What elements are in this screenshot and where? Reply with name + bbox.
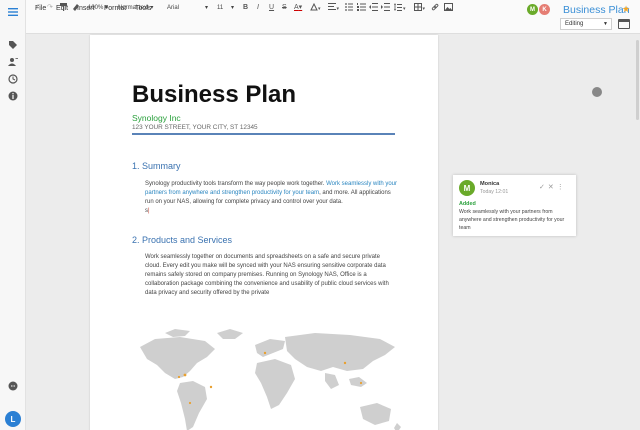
- decrease-indent-icon[interactable]: [369, 3, 378, 13]
- comment-author-avatar: M: [459, 180, 475, 196]
- section-products-text[interactable]: Work seamlessly together on documents an…: [145, 253, 397, 298]
- paint-format-icon[interactable]: [60, 3, 68, 13]
- document-title[interactable]: Business Plan: [563, 4, 630, 16]
- zoom-select[interactable]: 100% ▾: [88, 3, 108, 13]
- font-size-select[interactable]: 11: [217, 3, 223, 13]
- text-cursor: |: [148, 208, 150, 214]
- bold-button[interactable]: B: [243, 3, 248, 13]
- comment-card[interactable]: M Monica Today 12:01 ✓✕⋮ Added Work seam…: [453, 175, 576, 236]
- accept-icon[interactable]: ✓: [539, 184, 548, 191]
- svg-text:▾: ▾: [337, 6, 340, 11]
- toolbar: [26, 18, 640, 34]
- reject-icon[interactable]: ✕: [548, 184, 557, 191]
- text-color-button[interactable]: A▾: [294, 3, 302, 13]
- paragraph-style-select[interactable]: Normal text ▾: [118, 3, 153, 13]
- highlight-color-button[interactable]: ▾: [310, 2, 322, 13]
- comment-actions: ✓✕⋮: [539, 183, 567, 191]
- link-icon[interactable]: [431, 3, 439, 13]
- company-name[interactable]: Synology Inc: [132, 113, 181, 123]
- svg-text:▾: ▾: [403, 6, 406, 11]
- align-icon[interactable]: ▾: [328, 3, 340, 13]
- document-heading[interactable]: Business Plan: [132, 81, 296, 109]
- left-sidebar: L: [0, 0, 26, 430]
- table-icon[interactable]: ▾: [414, 3, 427, 13]
- image-icon[interactable]: [444, 3, 453, 13]
- undo-icon[interactable]: ↶: [35, 3, 41, 13]
- svg-text:▾: ▾: [423, 6, 426, 11]
- panel-toggle-icon[interactable]: [618, 19, 630, 29]
- history-icon[interactable]: [6, 72, 20, 86]
- section-summary-text[interactable]: Synology productivity tools transform th…: [145, 180, 397, 216]
- numbered-list-icon[interactable]: [357, 3, 367, 13]
- comment-timestamp: Today 12:01: [480, 189, 509, 195]
- increase-indent-icon[interactable]: [381, 3, 390, 13]
- scrollbar[interactable]: [636, 40, 639, 120]
- comment-text: Work seamlessly with your partners from …: [459, 209, 565, 231]
- star-icon[interactable]: ★: [622, 4, 630, 15]
- strikethrough-button[interactable]: S: [282, 3, 287, 13]
- collaborator-avatar-k[interactable]: K: [539, 4, 550, 15]
- comment-author-name: Monica: [480, 181, 500, 187]
- redo-icon[interactable]: ↷: [47, 3, 53, 13]
- font-size-caret[interactable]: ▾: [231, 3, 234, 13]
- company-address[interactable]: 123 YOUR STREET, YOUR CITY, ST 12345: [132, 124, 258, 131]
- svg-text:▾: ▾: [318, 6, 321, 11]
- heading-divider: [132, 133, 395, 135]
- font-family-select[interactable]: Arial: [167, 3, 179, 13]
- menu-icon[interactable]: [6, 5, 20, 19]
- current-user-avatar[interactable]: L: [5, 411, 21, 427]
- section-products-title[interactable]: 2. Products and Services: [132, 235, 232, 245]
- bulleted-list-icon[interactable]: [345, 3, 357, 13]
- comment-status: Added: [459, 201, 476, 207]
- add-user-icon[interactable]: [6, 55, 20, 69]
- line-spacing-icon[interactable]: ▾: [394, 3, 407, 13]
- tag-icon[interactable]: [6, 38, 20, 52]
- mode-select[interactable]: Editing ▼: [560, 18, 612, 30]
- chat-icon[interactable]: [6, 379, 20, 393]
- font-family-caret[interactable]: ▾: [205, 3, 208, 13]
- world-map-image: [140, 329, 401, 430]
- presence-indicator[interactable]: [592, 87, 602, 97]
- document-page[interactable]: Business Plan Synology Inc 123 YOUR STRE…: [90, 35, 438, 430]
- section-summary-title[interactable]: 1. Summary: [132, 161, 181, 171]
- more-options-icon[interactable]: ⋮: [557, 184, 567, 191]
- italic-button[interactable]: I: [257, 3, 259, 13]
- clear-format-icon[interactable]: [72, 3, 80, 13]
- info-icon[interactable]: [6, 89, 20, 103]
- collaborator-avatar-m[interactable]: M: [527, 4, 538, 15]
- underline-button[interactable]: U: [269, 3, 274, 13]
